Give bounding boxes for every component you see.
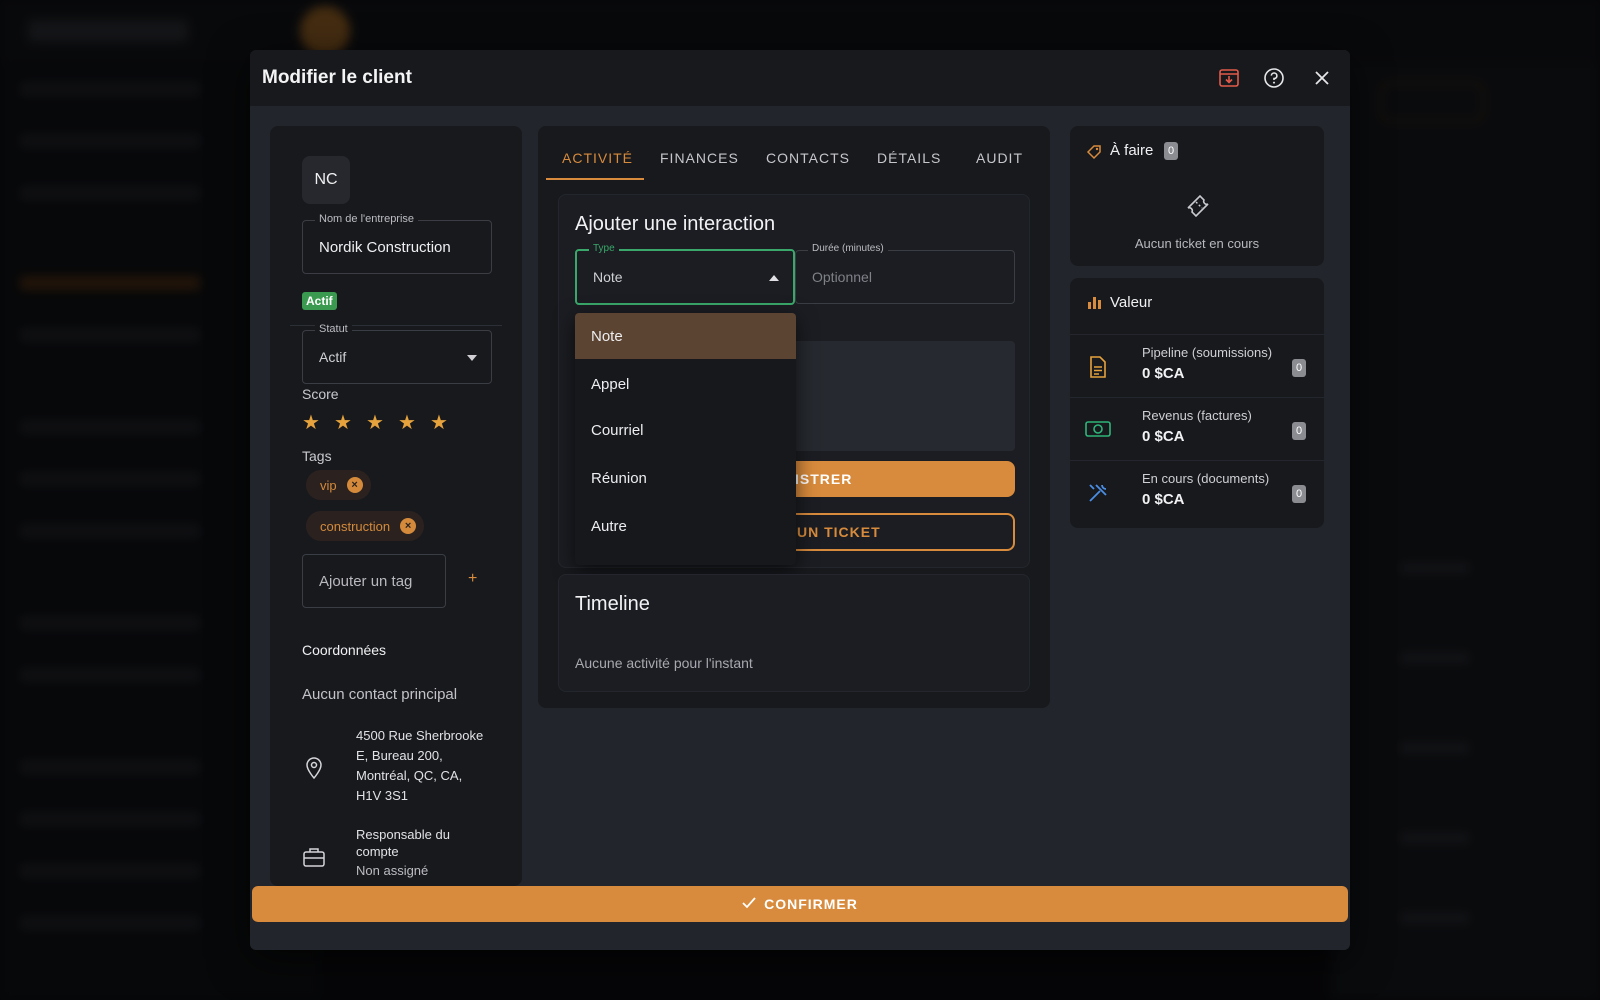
type-option-reunion[interactable]: Réunion	[575, 455, 796, 501]
timeline-panel: Timeline Aucune activité pour l'instant	[558, 574, 1030, 692]
cash-icon	[1084, 418, 1112, 445]
star-icon[interactable]: ★	[334, 410, 352, 435]
star-icon[interactable]: ★	[430, 410, 448, 435]
score-label: Score	[302, 386, 339, 402]
create-ticket-label: UN TICKET	[797, 524, 881, 540]
timeline-empty: Aucune activité pour l'instant	[575, 655, 753, 671]
duration-label: Durée (minutes)	[808, 243, 888, 254]
tag-chip: construction ×	[306, 511, 425, 541]
add-interaction-panel: Ajouter une interaction Type Note Durée …	[558, 194, 1030, 568]
value-row-label: Revenus (factures)	[1142, 408, 1252, 423]
duration-placeholder: Optionnel	[812, 269, 872, 285]
type-label: Type	[589, 243, 619, 254]
company-name-label: Nom de l'entreprise	[315, 213, 419, 225]
star-icon[interactable]: ★	[398, 410, 416, 435]
type-option-autre[interactable]: Autre	[575, 503, 796, 549]
help-icon[interactable]	[1260, 64, 1288, 92]
type-value: Note	[593, 269, 623, 285]
activity-card: ACTIVITÉ FINANCES CONTACTS DÉTAILS AUDIT…	[538, 126, 1050, 708]
status-label: Statut	[315, 323, 352, 335]
value-card: Valeur Pipeline (soumissions) 0 $CA 0 Re…	[1070, 278, 1324, 528]
value-row-count: 0	[1292, 359, 1306, 377]
status-value: Actif	[319, 349, 347, 365]
tab-audit[interactable]: AUDIT	[976, 150, 1023, 166]
archive-icon[interactable]	[1215, 64, 1243, 92]
add-tag-placeholder: Ajouter un tag	[319, 573, 413, 590]
value-row-pipeline: Pipeline (soumissions) 0 $CA 0	[1070, 334, 1324, 396]
coordinates-heading: Coordonnées	[302, 642, 387, 658]
value-row-amount: 0 $CA	[1142, 428, 1185, 445]
todo-title: À faire	[1110, 142, 1154, 159]
value-row-en-cours: En cours (documents) 0 $CA 0	[1070, 460, 1324, 522]
active-tab-indicator	[546, 178, 644, 180]
tab-contacts[interactable]: CONTACTS	[766, 150, 850, 166]
tools-icon	[1086, 481, 1110, 510]
value-row-label: Pipeline (soumissions)	[1142, 345, 1273, 360]
no-primary-contact: Aucun contact principal	[302, 686, 458, 703]
tab-activite[interactable]: ACTIVITÉ	[562, 150, 633, 166]
edit-client-modal: Modifier le client NC Nom de l'entrepris…	[250, 50, 1350, 950]
document-icon	[1088, 355, 1108, 384]
close-icon[interactable]	[1308, 64, 1336, 92]
add-interaction-title: Ajouter une interaction	[575, 213, 776, 235]
address: 4500 Rue Sherbrooke E, Bureau 200, Montr…	[356, 726, 483, 806]
tag-chip: vip ×	[306, 470, 371, 500]
account-manager-label: Responsable du	[356, 827, 450, 842]
value-row-revenus: Revenus (factures) 0 $CA 0	[1070, 397, 1324, 459]
account-manager: Responsable du compte Non assigné	[356, 826, 450, 879]
value-row-count: 0	[1292, 485, 1306, 503]
chevron-down-icon	[467, 355, 477, 361]
tags-label: Tags	[302, 448, 332, 464]
active-status-badge: Actif	[302, 292, 337, 310]
remove-tag-icon[interactable]: ×	[346, 477, 363, 493]
star-icon[interactable]: ★	[366, 410, 384, 435]
value-row-amount: 0 $CA	[1142, 491, 1185, 508]
briefcase-icon	[302, 846, 326, 873]
client-info-card: NC Nom de l'entreprise Nordik Constructi…	[270, 126, 522, 886]
value-title: Valeur	[1110, 294, 1153, 311]
duration-input[interactable]: Durée (minutes) Optionnel	[795, 243, 1015, 304]
confirm-button[interactable]: CONFIRMER	[252, 886, 1348, 922]
star-icon[interactable]: ★	[302, 410, 320, 435]
modal-title: Modifier le client	[262, 67, 412, 88]
type-option-appel[interactable]: Appel	[575, 361, 796, 407]
todo-empty: Aucun ticket en cours	[1134, 236, 1260, 251]
type-dropdown-menu: Note Appel Courriel Réunion Autre	[575, 313, 796, 565]
chevron-up-icon	[769, 275, 779, 281]
todo-count-badge: 0	[1164, 142, 1178, 160]
type-option-note[interactable]: Note	[575, 313, 796, 359]
check-icon	[742, 896, 756, 912]
value-row-amount: 0 $CA	[1142, 365, 1185, 382]
add-tag-input[interactable]: Ajouter un tag	[302, 554, 446, 608]
type-select[interactable]: Type Note	[575, 243, 795, 305]
modal-header: Modifier le client	[250, 50, 1350, 106]
save-button-label: ISTRER	[795, 471, 853, 487]
company-name-value: Nordik Construction	[319, 239, 451, 256]
confirm-label: CONFIRMER	[764, 896, 858, 912]
address-line: 4500 Rue Sherbrooke	[356, 728, 484, 743]
address-line: E, Bureau 200,	[356, 748, 443, 763]
add-tag-button[interactable]: +	[468, 570, 477, 588]
bar-chart-icon	[1086, 294, 1102, 315]
type-option-courriel[interactable]: Courriel	[575, 407, 796, 453]
tag-label: vip	[320, 477, 337, 493]
value-row-count: 0	[1292, 422, 1306, 440]
status-select[interactable]: Statut Actif	[302, 323, 492, 384]
tag-label: construction	[320, 518, 391, 534]
tab-details[interactable]: DÉTAILS	[877, 150, 941, 166]
client-initials-avatar: NC	[302, 156, 350, 204]
value-row-label: En cours (documents)	[1142, 471, 1270, 486]
company-name-field[interactable]: Nom de l'entreprise Nordik Construction	[302, 213, 492, 274]
remove-tag-icon[interactable]: ×	[400, 518, 417, 534]
location-pin-icon	[304, 756, 324, 785]
account-manager-label: compte	[356, 844, 399, 859]
address-line: Montréal, QC, CA,	[356, 768, 463, 783]
todo-card: À faire 0 Aucun ticket en cours	[1070, 126, 1324, 266]
timeline-title: Timeline	[575, 593, 650, 615]
tag-icon	[1086, 144, 1102, 165]
address-line: H1V 3S1	[356, 788, 409, 803]
account-manager-value: Non assigné	[356, 863, 429, 878]
ticket-icon	[1182, 190, 1214, 227]
tab-finances[interactable]: FINANCES	[660, 150, 739, 166]
